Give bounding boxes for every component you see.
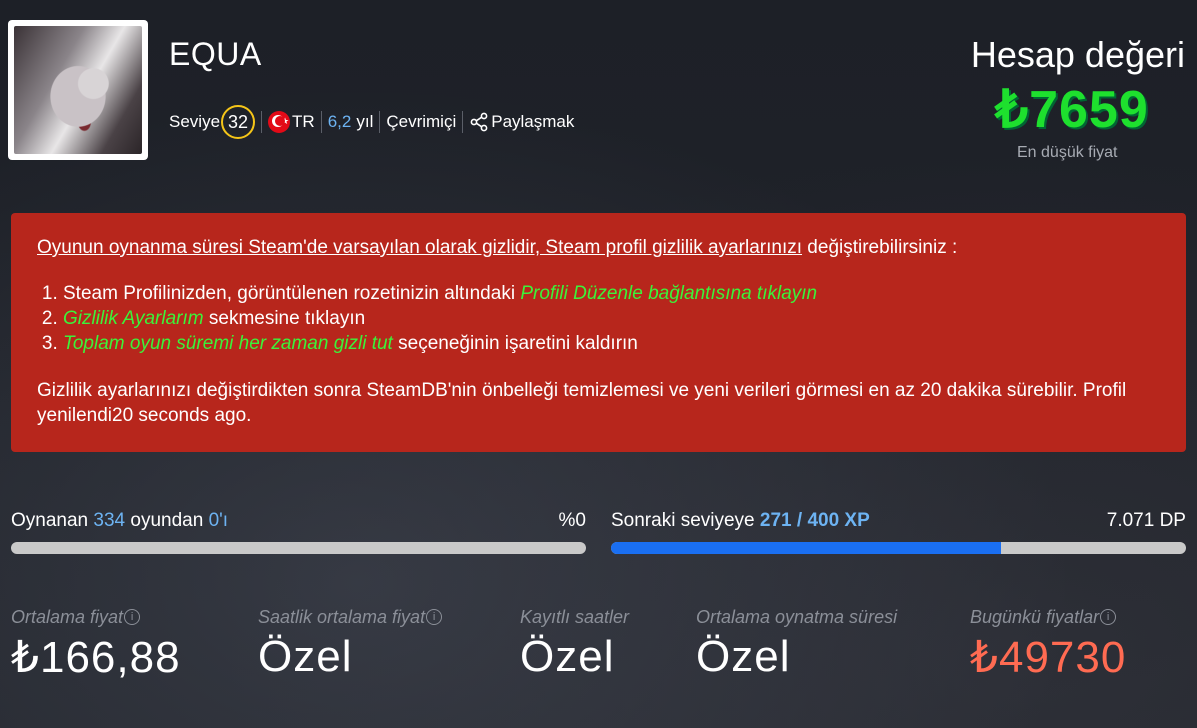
level-label: Seviye [169,112,221,131]
stat-recorded-hours: Kayıtlı saatler Özel [520,604,629,682]
stat-todays-prices: Bugünkü fiyatlar i ₺49730 [970,604,1126,683]
profile-meta: Seviye 32 ★ TR 6,2 yıl Çevrimiçi Paylaşm… [169,102,574,142]
stat-label: Ortalama oynatma süresi [696,606,898,627]
privacy-alert: Oyunun oynanma süresi Steam'de varsayıla… [11,213,1186,452]
alert-step: Steam Profilinizden, görüntülenen rozeti… [63,281,1160,306]
info-icon[interactable]: i [426,609,443,625]
privacy-settings-link[interactable]: Oyunun oynanma süresi Steam'de varsayıla… [37,237,802,258]
level-progress-fill [611,542,1001,554]
account-value-subtitle: En düşük fiyat [1017,144,1118,161]
dp-value: 7.071 DP [1106,510,1186,531]
total-games: 334 [93,510,126,531]
divider [462,111,464,133]
account-age-value: 6,2 [327,112,352,131]
stat-value: ₺49730 [970,633,1127,682]
turkey-flag-icon: ★ [268,111,291,133]
stat-hourly-average-price: Saatlik ortalama fiyat i Özel [258,604,443,682]
account-value-price: ₺7659 [995,81,1149,139]
level-progress-bar [611,542,1186,554]
games-played-progress: Oynanan 334 oyundan 0'ı %0 [11,510,586,554]
step-text: Steam Profilinizden, görüntülenen rozeti… [63,283,521,304]
divider [320,111,322,133]
alert-steps: Steam Profilinizden, görüntülenen rozeti… [37,281,1160,356]
step-highlight: Profili Düzenle bağlantısına tıklayın [520,283,818,304]
stat-label: Kayıtlı saatler [520,606,630,627]
stat-average-playtime: Ortalama oynatma süresi Özel [696,604,897,682]
level-progress: Sonraki seviyeye 271 / 400 XP 7.071 DP [611,510,1186,554]
stat-value: Özel [520,632,615,681]
stat-value: Özel [696,632,791,681]
step-text: sekmesine tıklayın [203,308,366,329]
stat-value: Özel [258,632,353,681]
games-progress-bar [11,542,586,554]
stat-label: Saatlik ortalama fiyat [258,606,426,627]
account-age-unit: yıl [356,112,374,131]
step-text: seçeneğinin işaretini kaldırın [392,333,638,354]
alert-heading-rest: değiştirebilirsiniz : [802,237,958,258]
online-status: Çevrimiçi [386,112,457,131]
step-highlight: Gizlilik Ayarlarım [63,308,204,329]
next-level-label: Sonraki seviyeye 271 / 400 XP [611,510,870,531]
stat-label: Bugünkü fiyatlar [970,606,1100,627]
alert-step: Gizlilik Ayarlarım sekmesine tıklayın [63,306,1160,331]
alert-footer: Gizlilik ayarlarınızı değiştirdikten son… [37,380,1127,426]
share-button[interactable]: Paylaşmak [469,112,574,132]
username: EQUA [169,36,262,72]
info-icon[interactable]: i [124,609,141,625]
share-icon [470,112,488,132]
stat-label: Ortalama fiyat [11,606,124,627]
info-icon[interactable]: i [1100,609,1117,625]
games-played-label: Oynanan 334 oyundan 0'ı [11,510,229,531]
stat-average-price: Ortalama fiyat i ₺166,88 [11,604,181,683]
stat-value: ₺166,88 [11,633,181,682]
games-played-percent: %0 [558,510,586,531]
avatar [14,26,142,154]
account-value-title: Hesap değeri [970,34,1185,75]
avatar-frame[interactable] [8,20,148,160]
divider [379,111,381,133]
step-highlight: Toplam oyun süremi her zaman gizli tut [63,333,393,354]
alert-heading: Oyunun oynanma süresi Steam'de varsayıla… [37,237,1160,259]
alert-step: Toplam oyun süremi her zaman gizli tut s… [63,331,1160,356]
xp-value: 271 / 400 XP [759,510,870,531]
country-code: TR [292,112,315,131]
divider [261,111,263,133]
share-label: Paylaşmak [491,112,575,131]
level-badge: 32 [221,105,256,139]
played-games: 0'ı [208,510,229,531]
